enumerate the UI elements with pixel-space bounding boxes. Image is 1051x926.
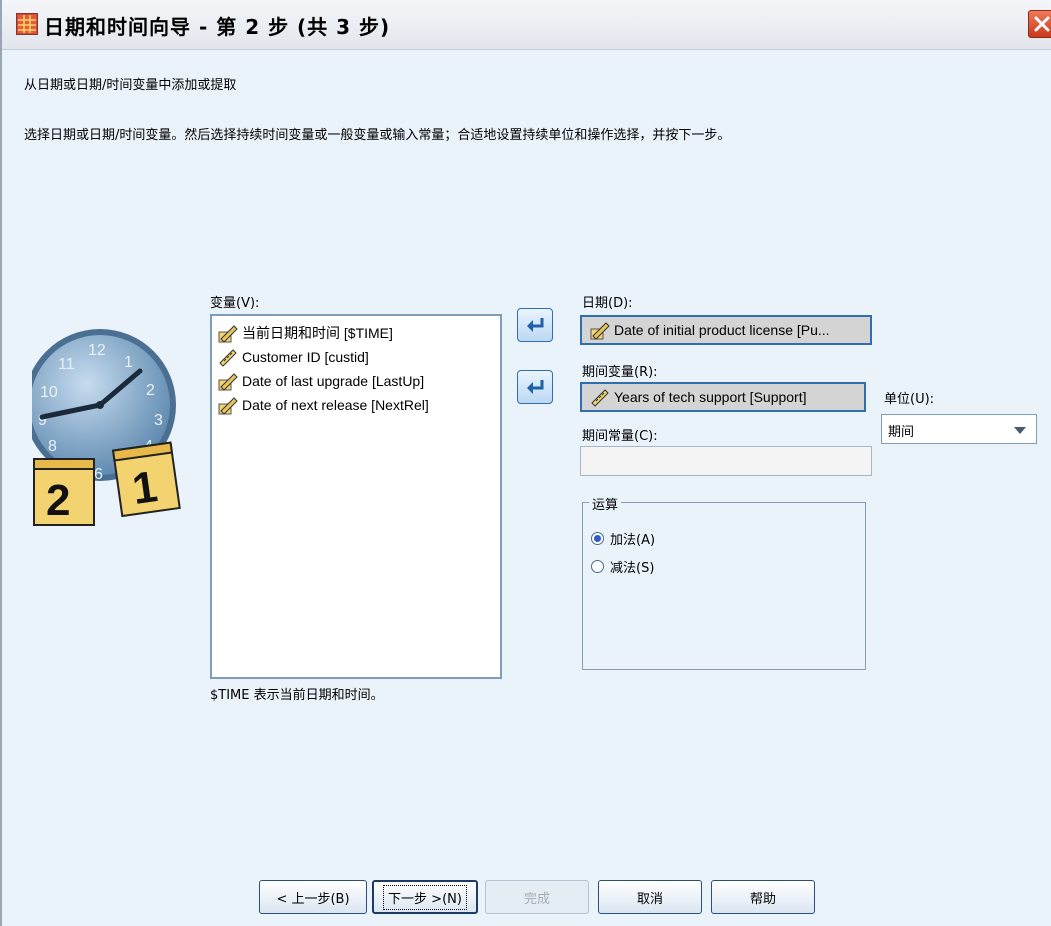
finish-button: 完成	[485, 880, 589, 914]
title-bar: 日期和时间向导 - 第 2 步 (共 3 步)	[2, 0, 1051, 50]
radio-add-indicator[interactable]	[591, 532, 604, 545]
variables-footnote: $TIME 表示当前日期和时间。	[210, 688, 384, 703]
svg-text:8: 8	[48, 438, 57, 455]
svg-text:12: 12	[88, 342, 106, 359]
list-item[interactable]: Date of next release [NextRel]	[218, 394, 429, 416]
list-item[interactable]: Date of last upgrade [LastUp]	[218, 370, 424, 392]
arrow-left-icon	[527, 318, 544, 332]
cancel-button[interactable]: 取消	[598, 880, 702, 914]
list-item[interactable]: Customer ID [custid]	[218, 346, 369, 368]
operation-legend: 运算	[589, 494, 622, 513]
unit-selected: 期间	[888, 425, 915, 440]
unit-dropdown[interactable]: 期间	[881, 414, 1037, 444]
clock-calendar-illustration: 12 1 2 3 4 5 6 7 8 9 10 11 2	[24, 325, 192, 534]
date-variable-icon	[590, 322, 610, 340]
scale-variable-icon	[219, 349, 237, 367]
instruction-heading: 从日期或日期/时间变量中添加或提取	[24, 78, 237, 93]
svg-text:2: 2	[46, 476, 70, 525]
svg-text:2: 2	[146, 382, 155, 399]
close-button[interactable]	[1028, 10, 1051, 38]
cancel-button-label: 取消	[636, 891, 663, 907]
operation-group: 运算 加法(A) 减法(S)	[582, 494, 866, 670]
scale-variable-icon	[591, 389, 609, 407]
svg-text:6: 6	[94, 466, 103, 483]
instruction-body: 选择日期或日期/时间变量。然后选择持续时间变量或一般变量或输入常量；合适地设置持…	[24, 128, 731, 143]
date-variable-icon	[218, 325, 238, 343]
duration-variable-field[interactable]: Years of tech support [Support]	[580, 382, 866, 412]
list-item-label: 当前日期和时间 [$TIME]	[242, 325, 393, 341]
date-field[interactable]: Date of initial product license [Pu...	[580, 315, 872, 345]
help-button[interactable]: 帮助	[711, 880, 815, 914]
wizard-window: 日期和时间向导 - 第 2 步 (共 3 步) 从日期或日期/时间变量中添加或提…	[0, 0, 1051, 926]
move-to-duration-button[interactable]	[517, 370, 553, 404]
list-item-label: Customer ID [custid]	[242, 349, 369, 365]
date-field-value: Date of initial product license [Pu...	[614, 322, 830, 338]
table-icon	[16, 13, 38, 35]
variables-listbox[interactable]: 当前日期和时间 [$TIME] Customer ID [custid] Dat…	[210, 314, 502, 679]
svg-text:3: 3	[154, 412, 163, 429]
svg-text:1: 1	[124, 354, 133, 371]
duration-variable-value: Years of tech support [Support]	[614, 389, 807, 405]
back-button[interactable]: < 上一步(B)	[259, 880, 367, 914]
radio-subtract[interactable]: 减法(S)	[591, 557, 654, 576]
duration-constant-input[interactable]	[580, 446, 872, 476]
date-variable-icon	[218, 397, 238, 415]
duration-constant-label: 期间常量(C):	[582, 429, 658, 444]
next-button[interactable]: 下一步 >(N)	[372, 880, 478, 914]
close-icon	[1034, 16, 1050, 32]
radio-add-label: 加法(A)	[610, 533, 656, 548]
list-item[interactable]: 当前日期和时间 [$TIME]	[218, 322, 393, 344]
unit-label: 单位(U):	[884, 392, 935, 407]
date-label: 日期(D):	[582, 296, 633, 311]
back-button-label: < 上一步(B)	[276, 891, 350, 907]
chevron-down-icon	[1014, 427, 1026, 434]
move-to-date-button[interactable]	[517, 308, 553, 342]
radio-subtract-indicator[interactable]	[591, 560, 604, 573]
radio-subtract-label: 减法(S)	[610, 561, 655, 576]
radio-add[interactable]: 加法(A)	[591, 529, 655, 548]
next-button-label: 下一步 >(N)	[383, 884, 467, 910]
arrow-left-icon	[527, 380, 544, 394]
variables-label: 变量(V):	[210, 296, 260, 311]
finish-button-label: 完成	[523, 891, 550, 907]
help-button-label: 帮助	[749, 891, 776, 907]
svg-text:11: 11	[58, 356, 75, 373]
list-item-label: Date of next release [NextRel]	[242, 397, 429, 413]
date-variable-icon	[218, 373, 238, 391]
duration-variable-label: 期间变量(R):	[582, 365, 658, 380]
list-item-label: Date of last upgrade [LastUp]	[242, 373, 425, 389]
window-title: 日期和时间向导 - 第 2 步 (共 3 步)	[44, 15, 391, 39]
svg-text:10: 10	[40, 384, 58, 401]
